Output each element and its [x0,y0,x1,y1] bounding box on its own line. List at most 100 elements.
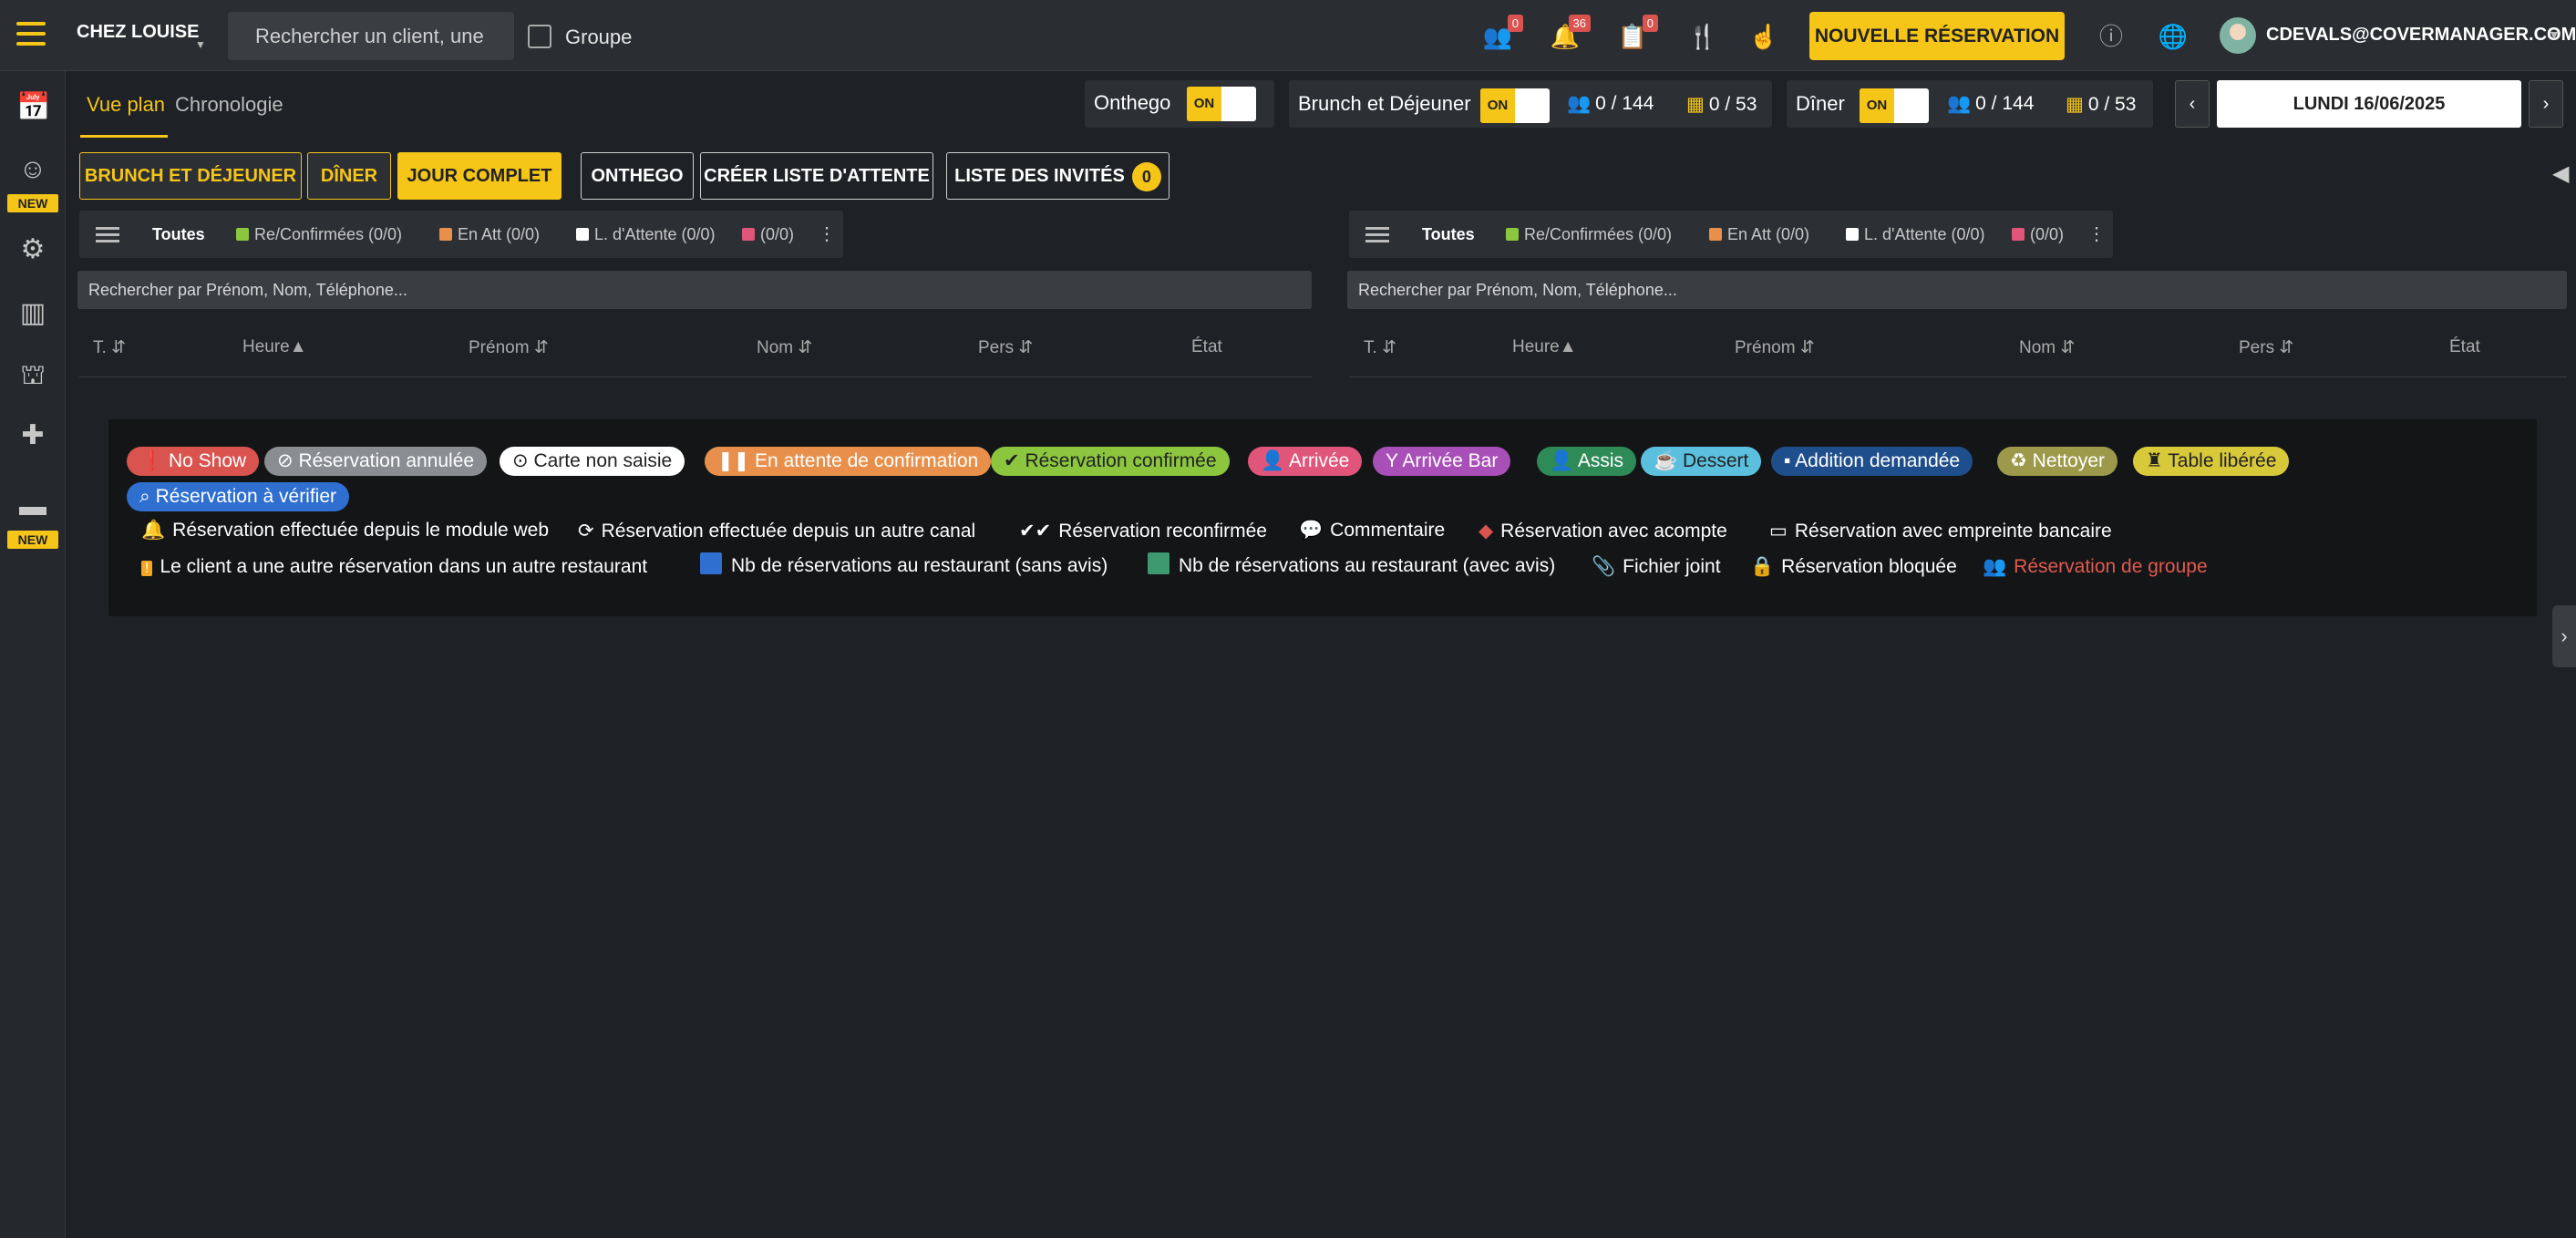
col-label: T. [1364,338,1377,357]
guest-list-label: LISTE DES INVITÉS [954,166,1125,186]
chart-icon[interactable]: ▥ [16,297,49,330]
ticket-icon[interactable]: ▬ [16,490,49,523]
col-label: Pers [2239,338,2275,357]
filter-other[interactable]: (0/0) [742,211,794,258]
restaurant-name[interactable]: CHEZ LOUISE [77,22,199,43]
walkin-icon[interactable]: 👥 0 [1479,15,1523,55]
col-lastname-left[interactable]: Nom ⇵ [757,337,812,358]
filter-pending[interactable]: En Att (0/0) [439,211,540,258]
col-table-right[interactable]: T. ⇵ [1364,337,1396,358]
filter-all[interactable]: Toutes [1422,211,1475,258]
chess-rook-icon: ♜ [2146,450,2163,471]
filter-label: L. d'Attente (0/0) [1864,225,1985,243]
col-state-right[interactable]: État [2449,337,2480,357]
diner-toggle[interactable]: ON [1860,88,1929,123]
date-next-button[interactable]: › [2529,80,2563,128]
cloche-icon[interactable]: ⛫ [16,359,49,392]
sort-asc-icon: ▲ [289,337,307,356]
onthego-toggle[interactable]: ON [1187,87,1256,121]
date-selector[interactable]: LUNDI 16/06/2025 [2217,80,2521,128]
blue-square-icon [700,552,722,574]
clock-icon: ⊙ [512,450,529,471]
full-day-button[interactable]: JOUR COMPLET [397,152,562,200]
filter-waitlist[interactable]: L. d'Attente (0/0) [1846,211,1985,258]
col-hour-right[interactable]: Heure▲ [1512,337,1577,357]
col-hour-left[interactable]: Heure▲ [242,337,307,357]
tab-chronologie[interactable]: Chronologie [175,93,283,117]
create-waitlist-button[interactable]: CRÉER LISTE D'ATTENTE [700,152,933,200]
bell-icon: 🔔 [141,520,166,541]
col-table-left[interactable]: T. ⇵ [93,337,126,358]
filter-pending[interactable]: En Att (0/0) [1709,211,1809,258]
tasks-icon[interactable]: 📋 0 [1614,15,1658,55]
col-pax-left[interactable]: Pers ⇵ [978,337,1033,358]
reservation-search-left[interactable] [77,271,1312,309]
legend-other-channel: ⟳ Réservation effectuée depuis un autre c… [578,520,975,542]
filter-confirmed[interactable]: Re/Confirmées (0/0) [1506,211,1672,258]
avatar[interactable] [2220,17,2256,54]
calendar-icon[interactable]: 📅 [16,91,50,124]
filter-label: L. d'Attente (0/0) [594,225,716,243]
globe-icon[interactable]: 🌐 [2155,18,2191,55]
gamepad-icon[interactable]: ✚ [16,419,49,452]
onthego-button[interactable]: ONTHEGO [581,152,694,200]
col-firstname-left[interactable]: Prénom ⇵ [469,337,549,358]
brunch-filter-button[interactable]: BRUNCH ET DÉJEUNER [79,152,302,200]
col-pax-right[interactable]: Pers ⇵ [2239,337,2293,358]
info-icon[interactable]: ⓘ [2093,18,2129,55]
diner-filter-button[interactable]: DÎNER [307,152,391,200]
legend-deposit: ◆ Réservation avec acompte [1479,520,1727,542]
service-label: Brunch et Déjeuner [1298,92,1471,115]
legend-label: Arrivée [1288,450,1350,471]
legend-clean: ♻ Nettoyer [1997,447,2118,476]
legend-cancelled: ⊘ Réservation annulée [264,447,488,476]
brunch-toggle[interactable]: ON [1480,88,1550,123]
new-reservation-button[interactable]: NOUVELLE RÉSERVATION [1809,12,2065,60]
legend-label: Nb de réservations au restaurant (sans a… [731,555,1108,576]
alert-icon: ❗ [139,450,164,471]
sort-icon: ⇵ [533,338,549,357]
legend-label: Commentaire [1330,520,1446,541]
legend-comment: 💬 Commentaire [1299,520,1445,542]
chevron-down-icon[interactable]: ▼ [2548,27,2561,42]
date-prev-button[interactable]: ‹ [2175,80,2210,128]
reservation-search-right[interactable] [1347,271,2567,309]
menu-icon[interactable] [16,22,46,47]
legend-label: Dessert [1683,450,1749,471]
expand-panel-tab[interactable]: › [2552,605,2576,667]
client-search-input[interactable] [228,12,514,60]
list-view-icon[interactable] [96,227,119,243]
collapse-panel-icon[interactable]: ◀ [2552,160,2569,187]
chevron-down-icon[interactable]: ▼ [195,38,206,51]
more-options-icon[interactable]: ⋮ [2087,211,2106,258]
filter-confirmed[interactable]: Re/Confirmées (0/0) [236,211,402,258]
white-square-icon [576,228,589,241]
user-plus-icon: 👤 [1261,450,1285,471]
filter-label: Re/Confirmées (0/0) [1524,225,1673,243]
filter-all[interactable]: Toutes [152,211,205,258]
col-state-left[interactable]: État [1191,337,1222,357]
list-view-icon[interactable] [1365,227,1389,243]
tab-plan[interactable]: Vue plan [87,93,165,117]
legend-label: Réservation avec acompte [1500,521,1727,542]
orange-square-icon [439,228,452,241]
legend-arrived-bar: Y Arrivée Bar [1373,447,1511,476]
robot-icon[interactable]: ☺ [16,153,49,186]
pink-square-icon [742,228,755,241]
filter-other[interactable]: (0/0) [2012,211,2064,258]
legend-label: Nb de réservations au restaurant (avec a… [1179,555,1556,576]
cutlery-icon[interactable]: 🍴 [1685,18,1721,55]
col-lastname-right[interactable]: Nom ⇵ [2019,337,2075,358]
notification-icon[interactable]: 🔔 36 [1547,15,1591,55]
legend-label: Fichier joint [1623,556,1721,577]
legend-label: Réservation de groupe [2014,556,2208,577]
hand-icon[interactable]: ☝ [1746,18,1782,55]
group-checkbox[interactable] [528,25,551,48]
gear-icon[interactable]: ⚙ [16,233,49,266]
user-email[interactable]: CDEVALS@COVERMANAGER.COM [2266,25,2576,46]
filter-waitlist[interactable]: L. d'Attente (0/0) [576,211,716,258]
col-firstname-right[interactable]: Prénom ⇵ [1735,337,1815,358]
legend-panel: ❗ No Show ⊘ Réservation annulée ⊙ Carte … [108,419,2537,616]
more-options-icon[interactable]: ⋮ [818,211,836,258]
guest-list-button[interactable]: LISTE DES INVITÉS 0 [946,152,1170,200]
